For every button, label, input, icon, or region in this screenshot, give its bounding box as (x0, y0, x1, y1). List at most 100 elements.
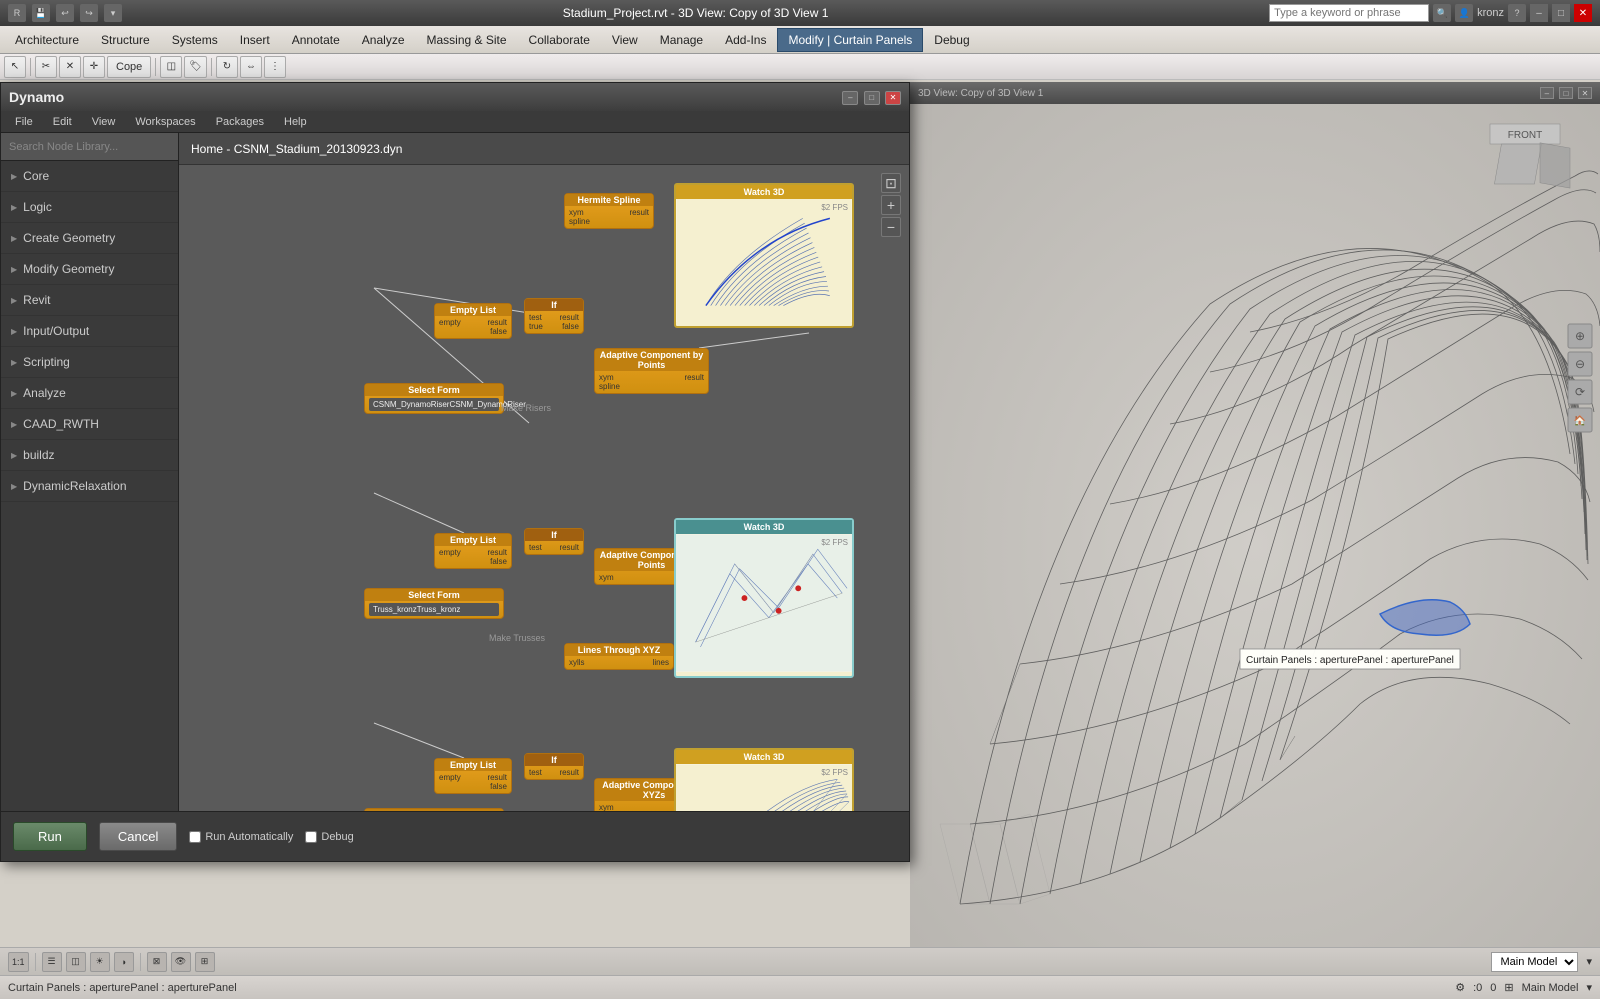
tab-systems[interactable]: Systems (161, 28, 229, 52)
dyn-menu-file[interactable]: File (7, 114, 41, 130)
lines-xyz-node-1[interactable]: Lines Through XYZ xyllslines (564, 643, 674, 670)
watch3d-node-2[interactable]: Watch 3D $2 FPS (674, 518, 854, 678)
search-icon[interactable]: 🔍 (1433, 4, 1451, 22)
dynamo-close-button[interactable]: ✕ (885, 91, 901, 105)
global-search-input[interactable] (1269, 4, 1429, 22)
sidebar-item-caad-rwth[interactable]: ▶ CAAD_RWTH (1, 409, 178, 440)
tab-collaborate[interactable]: Collaborate (518, 28, 601, 52)
tab-annotate[interactable]: Annotate (281, 28, 351, 52)
quick-access-save[interactable]: 💾 (32, 4, 50, 22)
move-tool[interactable]: ✛ (83, 56, 105, 78)
if-node-3[interactable]: If testresult (524, 753, 584, 780)
debug-checkbox[interactable] (305, 831, 317, 843)
watch3d-node-1[interactable]: Watch 3D $2 FPS (674, 183, 854, 328)
sun-path-button[interactable]: ☀ (90, 952, 110, 972)
array-tool[interactable]: ⋮ (264, 56, 286, 78)
tab-view[interactable]: View (601, 28, 649, 52)
tab-insert[interactable]: Insert (229, 28, 281, 52)
delete-tool[interactable]: ✕ (59, 56, 81, 78)
zoom-fit-button[interactable]: ⊡ (881, 173, 901, 193)
reveal-button[interactable]: 👁 (171, 952, 191, 972)
quick-access-redo[interactable]: ↪ (80, 4, 98, 22)
view-close-button[interactable]: ✕ (1578, 87, 1592, 99)
workplane-button[interactable]: ⊞ (195, 952, 215, 972)
dyn-menu-packages[interactable]: Packages (208, 114, 272, 130)
window-title: Stadium_Project.rvt - 3D View: Copy of 3… (122, 6, 1269, 20)
dynamo-minimize-button[interactable]: – (842, 91, 858, 105)
bottom-sep (35, 953, 36, 971)
empty-list-node-3[interactable]: Empty List emptyresult false (434, 758, 512, 794)
select-tool[interactable]: ↖ (4, 56, 26, 78)
dyn-menu-help[interactable]: Help (276, 114, 315, 130)
sidebar-item-buildz[interactable]: ▶ buildz (1, 440, 178, 471)
hermite-spline-node[interactable]: Hermite Spline xymresult spline (564, 193, 654, 229)
cancel-button[interactable]: Cancel (99, 822, 177, 851)
maximize-button[interactable]: □ (1552, 4, 1570, 22)
tab-structure[interactable]: Structure (90, 28, 161, 52)
sidebar-item-input-output[interactable]: ▶ Input/Output (1, 316, 178, 347)
tab-architecture[interactable]: Architecture (4, 28, 90, 52)
tab-modify-curtain[interactable]: Modify | Curtain Panels (777, 28, 923, 52)
view-maximize-button[interactable]: □ (1559, 87, 1573, 99)
curve-visual-1 (676, 199, 852, 322)
tag-tool[interactable]: 🏷 (184, 56, 207, 78)
node-library-search[interactable] (1, 133, 178, 161)
view-minimize-button[interactable]: – (1540, 87, 1554, 99)
tab-manage[interactable]: Manage (649, 28, 714, 52)
select-form-node-1[interactable]: Select Form CSNM_DynamoRiserCSNM_DynamoR… (364, 383, 504, 414)
tab-addins[interactable]: Add-Ins (714, 28, 777, 52)
close-button[interactable]: ✕ (1574, 4, 1592, 22)
model-dropdown[interactable]: ▾ (1586, 981, 1592, 994)
shadow-button[interactable]: ◑ (114, 952, 134, 972)
dynamo-maximize-button[interactable]: □ (864, 91, 880, 105)
crop-button[interactable]: ⊠ (147, 952, 167, 972)
stadium-3d-canvas[interactable]: FRONT ⊕ ⊖ ⟳ 🏠 Curtain Panels : apertureP… (910, 104, 1600, 967)
debug-label[interactable]: Debug (305, 831, 353, 843)
empty-list-node-2[interactable]: Empty List emptyresult false (434, 533, 512, 569)
adaptive-component-node-1[interactable]: Adaptive Component by Points xymresult s… (594, 348, 709, 394)
quick-access-undo[interactable]: ↩ (56, 4, 74, 22)
select-family-type-node[interactable]: Select Family Type aperturePanel:apertur… (364, 808, 504, 811)
select-form-node-2[interactable]: Select Form Truss_kronzTruss_kronz (364, 588, 504, 619)
sidebar-item-logic[interactable]: ▶ Logic (1, 192, 178, 223)
sidebar-item-core[interactable]: ▶ Core (1, 161, 178, 192)
help-icon[interactable]: ? (1508, 4, 1526, 22)
dyn-menu-workspaces[interactable]: Workspaces (127, 114, 203, 130)
view-toggle-icon[interactable]: ⊞ (1504, 981, 1513, 994)
watch3d-node-3[interactable]: Watch 3D $2 FPS (674, 748, 854, 811)
quick-access-more[interactable]: ▾ (104, 4, 122, 22)
sidebar-item-modify-geometry[interactable]: ▶ Modify Geometry (1, 254, 178, 285)
dynamo-canvas[interactable]: Home - CSNM_Stadium_20130923.dyn (179, 133, 909, 811)
rotate-tool[interactable]: ↻ (216, 56, 238, 78)
cope-button[interactable]: Cope (107, 56, 151, 78)
status-bar: Curtain Panels : aperturePanel : apertur… (0, 975, 1600, 999)
dyn-menu-view[interactable]: View (84, 114, 124, 130)
dyn-menu-edit[interactable]: Edit (45, 114, 80, 130)
model-dropdown-arrow[interactable]: ▾ (1586, 955, 1592, 968)
zoom-out-button[interactable]: − (881, 217, 901, 237)
if-node-2[interactable]: If testresult (524, 528, 584, 555)
zoom-in-button[interactable]: + (881, 195, 901, 215)
empty-list-node-1[interactable]: Empty List emptyresult false (434, 303, 512, 339)
view-title: 3D View: Copy of 3D View 1 (918, 88, 1043, 99)
detail-level-button[interactable]: ☰ (42, 952, 62, 972)
run-button[interactable]: Run (13, 822, 87, 851)
mirror-tool[interactable]: ⇔ (240, 56, 262, 78)
tab-analyze[interactable]: Analyze (351, 28, 416, 52)
sidebar-item-create-geometry[interactable]: ▶ Create Geometry (1, 223, 178, 254)
if-node-1[interactable]: If testresult truefalse (524, 298, 584, 334)
tab-debug[interactable]: Debug (923, 28, 980, 52)
run-automatically-checkbox[interactable] (189, 831, 201, 843)
sidebar-item-revit[interactable]: ▶ Revit (1, 285, 178, 316)
visual-style-button[interactable]: ◫ (66, 952, 86, 972)
dimension-tool[interactable]: ◫ (160, 56, 182, 78)
sidebar-item-analyze[interactable]: ▶ Analyze (1, 378, 178, 409)
tab-massing[interactable]: Massing & Site (416, 28, 518, 52)
minimize-button[interactable]: – (1530, 4, 1548, 22)
scale-button[interactable]: 1:1 (8, 952, 29, 972)
sidebar-item-scripting[interactable]: ▶ Scripting (1, 347, 178, 378)
sidebar-item-dynamic-relaxation[interactable]: ▶ DynamicRelaxation (1, 471, 178, 502)
run-automatically-label[interactable]: Run Automatically (189, 831, 293, 843)
model-selector[interactable]: Main Model (1491, 952, 1578, 972)
modify-tool[interactable]: ✂ (35, 56, 57, 78)
